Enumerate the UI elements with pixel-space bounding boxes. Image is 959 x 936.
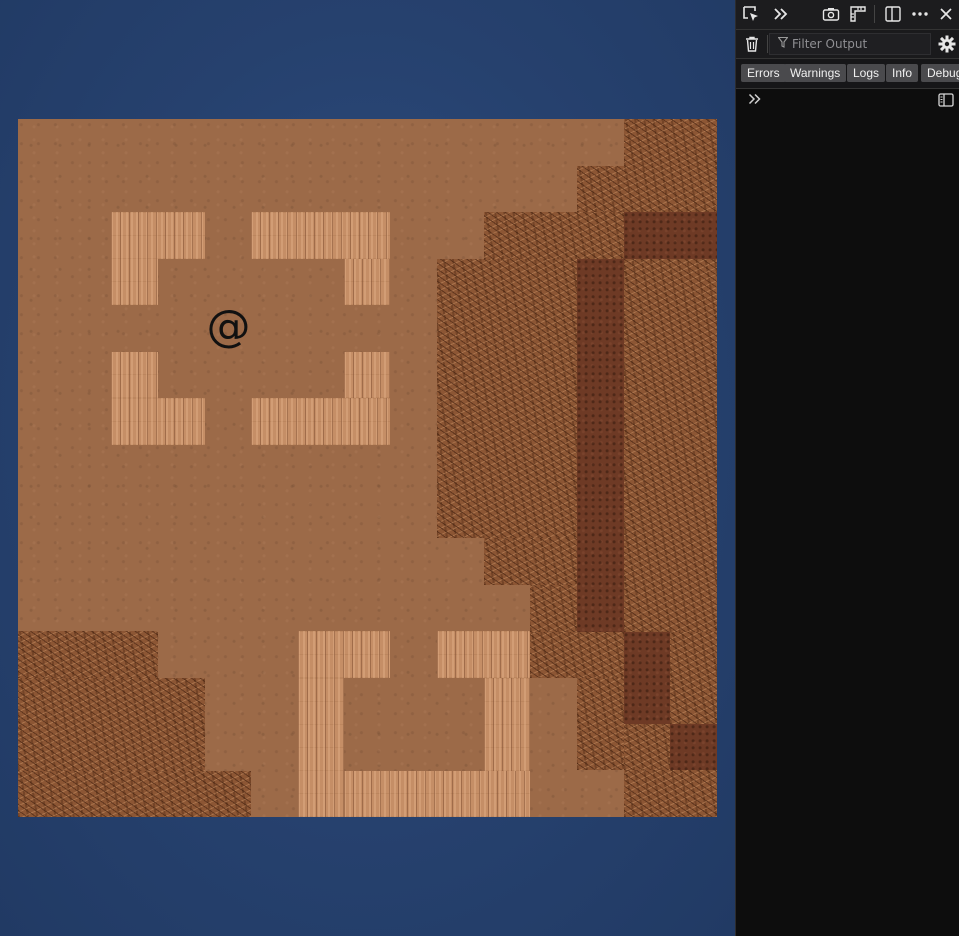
rock-tile bbox=[484, 212, 624, 259]
log-level-filters: Errors Warnings Logs Info Debug bbox=[736, 59, 959, 89]
filter-debug-button[interactable]: Debug bbox=[921, 64, 959, 82]
rock-tile bbox=[530, 585, 577, 632]
toolbar-divider bbox=[874, 5, 875, 23]
rock-tile bbox=[577, 678, 624, 770]
soil-tile bbox=[624, 212, 717, 259]
soil-tile bbox=[670, 724, 717, 770]
wood-floor-tile bbox=[298, 631, 390, 678]
filter-errors-button[interactable]: Errors bbox=[741, 64, 786, 82]
rock-tile bbox=[18, 771, 251, 817]
rock-tile bbox=[670, 632, 717, 724]
wood-floor-tile bbox=[484, 678, 530, 771]
rock-tile bbox=[624, 259, 717, 632]
more-options-icon[interactable] bbox=[909, 4, 931, 24]
devtools-panel: Errors Warnings Logs Info Debug bbox=[735, 0, 959, 936]
chevrons-right-icon[interactable] bbox=[770, 4, 792, 24]
filter-logs-button[interactable]: Logs bbox=[847, 64, 886, 82]
console-filter-bar bbox=[736, 30, 959, 59]
wood-floor-tile bbox=[344, 259, 390, 305]
wood-floor-tile bbox=[111, 259, 158, 305]
filter-divider bbox=[767, 35, 768, 53]
responsive-design-icon[interactable] bbox=[882, 4, 904, 24]
console-output bbox=[736, 89, 959, 936]
rock-tile bbox=[530, 632, 624, 678]
filter-info-button[interactable]: Info bbox=[886, 64, 919, 82]
wood-floor-tile bbox=[344, 771, 530, 817]
filter-funnel-icon bbox=[777, 36, 789, 51]
close-icon[interactable] bbox=[935, 4, 957, 24]
filter-output-box bbox=[769, 33, 931, 55]
wood-floor-tile bbox=[111, 212, 205, 259]
game-viewport: @ bbox=[0, 0, 735, 936]
wood-floor-tile bbox=[251, 398, 390, 445]
rock-tile bbox=[624, 724, 670, 770]
player-character: @ bbox=[206, 300, 251, 352]
gear-icon[interactable] bbox=[936, 34, 958, 54]
rock-tile bbox=[577, 166, 717, 212]
filter-warnings-button[interactable]: Warnings bbox=[784, 64, 847, 82]
wood-floor-tile bbox=[251, 212, 390, 259]
camera-icon[interactable] bbox=[820, 4, 842, 24]
rock-tile bbox=[624, 770, 717, 817]
wood-floor-tile bbox=[111, 398, 205, 445]
soil-tile bbox=[577, 259, 624, 632]
rock-tile bbox=[624, 119, 717, 166]
trash-icon[interactable] bbox=[741, 34, 763, 54]
devtools-toolbar bbox=[736, 0, 959, 30]
rock-tile bbox=[18, 631, 158, 678]
filter-output-input[interactable] bbox=[792, 37, 930, 51]
pick-element-icon[interactable] bbox=[740, 4, 762, 24]
game-map[interactable]: @ bbox=[18, 119, 717, 817]
wood-floor-tile bbox=[437, 631, 530, 678]
soil-tile bbox=[624, 632, 670, 724]
ruler-icon[interactable] bbox=[847, 4, 869, 24]
rock-tile bbox=[484, 538, 577, 585]
rock-tile bbox=[437, 259, 577, 538]
wood-floor-tile bbox=[344, 352, 390, 398]
sidebar-icon[interactable] bbox=[937, 92, 955, 108]
chevrons-right-icon[interactable] bbox=[747, 90, 763, 108]
wood-floor-tile bbox=[111, 352, 158, 398]
wood-floor-tile bbox=[298, 678, 344, 817]
rock-tile bbox=[18, 678, 205, 771]
